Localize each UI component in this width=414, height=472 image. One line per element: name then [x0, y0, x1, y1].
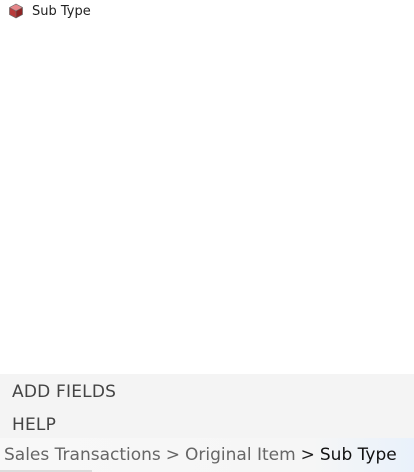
field-list: Sub Type	[0, 0, 414, 374]
breadcrumb-item-sales-transactions[interactable]: Sales Transactions	[4, 445, 161, 465]
field-item-label: Sub Type	[32, 3, 91, 19]
help-button[interactable]: HELP	[0, 409, 414, 441]
cube-icon	[8, 3, 24, 19]
field-item-sub-type[interactable]: Sub Type	[8, 2, 91, 20]
breadcrumb-current: Sub Type	[319, 445, 397, 465]
field-picker-panel: Sub Type ADD FIELDS HELP Sales Transacti…	[0, 0, 414, 472]
breadcrumb: Sales Transactions > Original Item > Sub…	[0, 438, 414, 472]
breadcrumb-separator: >	[300, 445, 315, 465]
add-fields-button[interactable]: ADD FIELDS	[0, 376, 414, 408]
breadcrumb-separator: >	[165, 445, 181, 465]
breadcrumb-item-original-item[interactable]: Original Item	[185, 445, 296, 465]
